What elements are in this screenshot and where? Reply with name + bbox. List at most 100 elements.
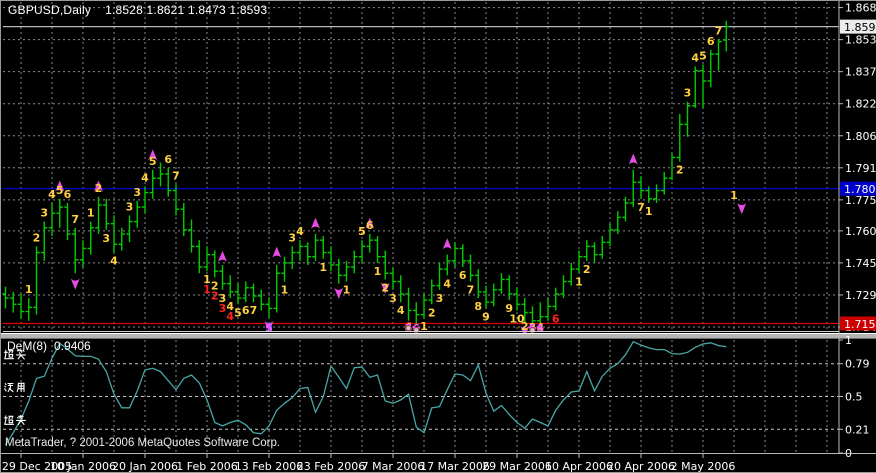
bar-count-label: 2 <box>428 306 436 319</box>
ohlc-bar <box>103 199 109 230</box>
bar-count-label: 7 <box>250 304 258 317</box>
ohlc-bar <box>444 255 450 276</box>
date-axis-label: 1 Feb 2006 <box>176 460 237 473</box>
price-axis-label: 1.8685 <box>845 2 876 15</box>
bar-count-label: 8 <box>474 300 482 313</box>
bar-count-label: 4 <box>110 255 118 268</box>
bar-count-label: 7 <box>172 169 180 182</box>
bar-count-label: 2 <box>381 281 389 294</box>
bar-count-label: 6 <box>552 312 560 325</box>
symbol-period-label: GBPUSD,Daily <box>8 3 91 17</box>
fractal-up-arrow-icon <box>272 247 281 258</box>
indicator-axis-label: 0.79 <box>845 358 870 371</box>
ohlc-bar <box>560 275 566 298</box>
ohlc-bar <box>258 290 264 311</box>
ohlc-bar <box>26 298 32 321</box>
bar-count-label: 3 <box>133 186 141 199</box>
date-axis-label: 29 Mar 2006 <box>482 460 552 473</box>
ohlc-bar <box>607 224 613 247</box>
date-axis-label: 2 May 2006 <box>671 460 736 473</box>
bar-count-label: 5 <box>234 306 242 319</box>
ohlc-bar <box>297 240 303 261</box>
ohlc-bar <box>622 197 628 222</box>
bar-count-label: 7 <box>715 25 723 38</box>
bar-count-label: 3 <box>684 87 692 100</box>
ohlc-bar <box>328 246 334 271</box>
bar-count-label: 4 <box>443 277 451 290</box>
ohlc-bar <box>72 228 78 273</box>
ohlc-bar <box>80 240 86 267</box>
ohlc-bar <box>181 203 187 236</box>
bar-count-label: 7 <box>71 213 79 226</box>
bar-count-label: 3 <box>436 292 444 305</box>
bar-count-label: 7 <box>467 284 475 297</box>
bar-count-label: 1 <box>343 284 351 297</box>
fractal-down-arrow-icon <box>71 279 80 290</box>
copyright-label: MetaTrader, ? 2001-2006 MetaQuotes Softw… <box>5 437 280 449</box>
ohlc-bar <box>41 222 47 261</box>
date-axis-label: 13 Feb 2006 <box>235 460 303 473</box>
svg-text:1.7809: 1.7809 <box>844 183 876 196</box>
fractal-up-arrow-icon <box>629 154 638 165</box>
ohlc-bar <box>95 197 101 234</box>
ohlc-bar <box>374 236 380 263</box>
ohlc-bar <box>382 251 388 280</box>
middle-level-label <box>5 383 24 391</box>
price-axis-label: 1.8220 <box>845 98 876 111</box>
ohlc-bar <box>320 236 326 259</box>
ohlc-bar <box>723 21 729 52</box>
ohlc-bar <box>715 40 721 71</box>
ohlc-bar <box>2 287 8 309</box>
bar-count-label: 5 <box>358 225 366 238</box>
ohlc-bar <box>692 67 698 108</box>
bar-count-label: 6 <box>64 188 72 201</box>
ohlc-bar <box>405 288 411 321</box>
ohlc-bar <box>460 244 466 267</box>
ohlc-bar <box>452 242 458 267</box>
ohlc-bar <box>591 242 597 263</box>
bar-count-label: 1 <box>319 261 327 274</box>
ohlc-bar <box>274 265 280 313</box>
ohlc-bar <box>57 199 63 228</box>
date-axis-label: 7 Mar 2006 <box>362 460 425 473</box>
svg-text:1.8593: 1.8593 <box>844 21 876 34</box>
ohlc-values-label: 1.8528 1.8621 1.8473 1.8593 <box>105 3 267 17</box>
ohlc-bar <box>343 261 349 282</box>
demarker-indicator <box>3 342 839 445</box>
ohlc-bar <box>708 50 714 87</box>
ohlc-bar <box>142 186 148 213</box>
indicator-axis-label: 0.21 <box>845 423 870 436</box>
bar-count-label: 5 <box>56 184 64 197</box>
ohlc-bar <box>475 269 481 298</box>
ohlc-bar <box>212 251 218 278</box>
chart-canvas[interactable]: 1234567123433456711223344567951341156123… <box>1 1 876 473</box>
date-axis-label: 10 Jan 2006 <box>50 460 116 473</box>
ohlc-bar <box>367 234 373 253</box>
ohlc-bar <box>498 273 504 294</box>
ohlc-bar <box>111 215 117 252</box>
signal-circle-icon <box>406 325 411 330</box>
ohlc-bar <box>436 263 442 290</box>
ohlc-bar <box>10 292 16 313</box>
fractal-up-arrow-icon <box>218 251 227 262</box>
bar-count-label: 1 <box>281 284 289 297</box>
ohlc-bar <box>514 288 520 311</box>
fractal-down-arrow-icon <box>737 203 746 214</box>
ohlc-bar <box>188 219 194 252</box>
price-axis-label: 1.7450 <box>845 257 876 270</box>
ohlc-bar <box>281 257 287 282</box>
ohlc-bar <box>33 246 39 314</box>
ohlc-bar <box>235 284 241 305</box>
ohlc-bar <box>134 201 140 228</box>
ohlc-bar <box>312 234 318 261</box>
ohlc-bar <box>390 267 396 290</box>
ohlc-bar <box>553 288 559 311</box>
price-axis-label: 1.8530 <box>845 34 876 47</box>
ohlc-bar <box>638 176 644 199</box>
ohlc-bar <box>669 153 675 180</box>
ohlc-bar <box>429 279 435 304</box>
mt4-chart-window: 1234567123433456711223344567951341156123… <box>0 0 876 473</box>
price-axis-label: 1.8065 <box>845 130 876 143</box>
ohlc-bar <box>576 251 582 274</box>
price-axis-label: 1.8375 <box>845 66 876 79</box>
